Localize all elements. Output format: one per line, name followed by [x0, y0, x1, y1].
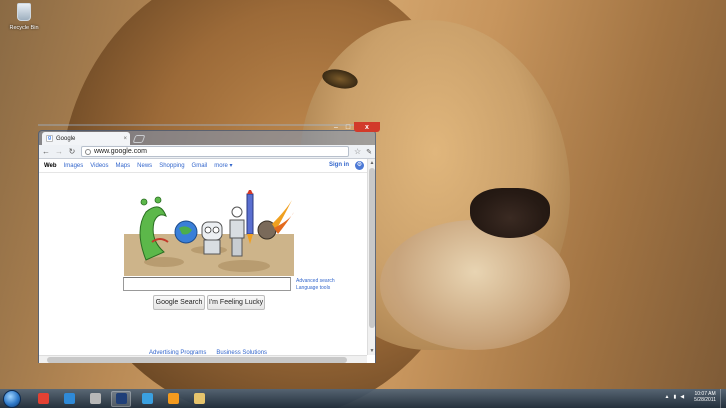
gear-icon[interactable]: ⚙	[355, 161, 364, 170]
nav-link-gmail[interactable]: Gmail	[192, 163, 208, 169]
horizontal-scrollbar[interactable]	[39, 355, 367, 363]
browser-toolbar: ← → ↻ www.google.com ☆ ✎	[39, 145, 375, 159]
nav-link-shopping[interactable]: Shopping	[159, 163, 184, 169]
google-doodle[interactable]	[124, 190, 294, 276]
volume-icon[interactable]: ◀	[680, 394, 684, 400]
taskbar: ▲ ▮ ◀ 10:07 AM 5/28/2011	[0, 389, 726, 408]
nav-link-more[interactable]: more ▾	[214, 162, 232, 169]
google-nav-bar: Web Images Videos Maps News Shopping Gma…	[39, 159, 367, 173]
page-icon	[85, 148, 91, 155]
start-button[interactable]	[3, 389, 21, 408]
taskbar-photoshop[interactable]	[111, 390, 131, 407]
bookmark-star-icon[interactable]: ☆	[354, 147, 361, 156]
wallpaper-lion-muzzle	[380, 220, 570, 350]
maximize-button[interactable]: □	[342, 122, 354, 132]
taskbar-chrome[interactable]	[33, 391, 53, 407]
taskbar-file-explorer[interactable]	[189, 391, 209, 407]
clock-date: 5/28/2011	[694, 397, 716, 403]
file-explorer-icon	[193, 393, 205, 404]
google-search-button[interactable]: Google Search	[153, 295, 205, 310]
nav-link-maps[interactable]: Maps	[116, 163, 131, 169]
photoshop-icon	[115, 393, 127, 404]
url-text[interactable]: www.google.com	[94, 148, 147, 155]
taskbar-media-player[interactable]	[163, 391, 183, 407]
title-bar[interactable]	[38, 124, 380, 126]
scroll-down-icon[interactable]: ▼	[368, 348, 375, 354]
address-bar[interactable]: www.google.com	[81, 146, 349, 157]
desktop-icon-recycle-bin[interactable]: Recycle Bin	[4, 3, 44, 31]
close-button[interactable]: x	[354, 122, 380, 132]
nav-link-videos[interactable]: Videos	[90, 163, 108, 169]
nav-link-web[interactable]: Web	[44, 163, 57, 169]
network-icon[interactable]: ▮	[674, 394, 677, 400]
tab-google[interactable]: g Google ×	[42, 132, 130, 145]
itunes-icon	[141, 393, 153, 404]
google-favicon-icon: g	[46, 135, 53, 142]
horizontal-scroll-thumb[interactable]	[47, 357, 347, 363]
show-desktop-button[interactable]	[720, 389, 726, 408]
language-tools-link[interactable]: Language tools	[296, 285, 335, 291]
search-input[interactable]	[123, 277, 291, 291]
tray-arrow-icon[interactable]: ▲	[665, 394, 670, 400]
wallpaper-lion-nose	[470, 188, 550, 238]
taskbar-tools[interactable]	[85, 391, 105, 407]
tab-close-icon[interactable]: ×	[123, 136, 127, 142]
media-player-icon	[167, 393, 179, 404]
scroll-up-icon[interactable]: ▲	[368, 160, 375, 166]
chrome-icon	[37, 393, 49, 404]
feeling-lucky-button[interactable]: I'm Feeling Lucky	[207, 295, 265, 310]
tab-title: Google	[56, 135, 76, 142]
internet-explorer-icon	[63, 393, 75, 404]
desktop-icon-label: Recycle Bin	[9, 25, 39, 31]
recycle-bin-icon	[17, 3, 31, 21]
nav-link-images[interactable]: Images	[64, 163, 84, 169]
taskbar-internet-explorer[interactable]	[59, 391, 79, 407]
system-tray: ▲ ▮ ◀ 10:07 AM 5/28/2011	[665, 391, 716, 403]
minimize-button[interactable]: –	[330, 122, 342, 132]
taskbar-itunes[interactable]	[137, 391, 157, 407]
sign-in-link[interactable]: Sign in	[329, 162, 349, 168]
nav-link-news[interactable]: News	[137, 163, 152, 169]
reload-button[interactable]: ↻	[68, 147, 76, 156]
clock[interactable]: 10:07 AM 5/28/2011	[694, 391, 716, 403]
taskbar-apps	[33, 390, 209, 407]
wrench-menu-icon[interactable]: ✎	[366, 148, 372, 156]
vertical-scroll-thumb[interactable]	[369, 168, 375, 328]
tools-icon	[89, 393, 101, 404]
search-side-links: Advanced search Language tools	[296, 278, 335, 291]
advanced-search-link[interactable]: Advanced search	[296, 278, 335, 284]
page-viewport: Web Images Videos Maps News Shopping Gma…	[39, 159, 375, 363]
forward-button[interactable]: →	[55, 147, 63, 156]
back-button[interactable]: ←	[42, 147, 50, 156]
vertical-scrollbar[interactable]: ▲ ▼	[367, 159, 375, 355]
browser-window: – □ x g Google × ← → ↻ www.google.com ☆ …	[38, 122, 380, 363]
